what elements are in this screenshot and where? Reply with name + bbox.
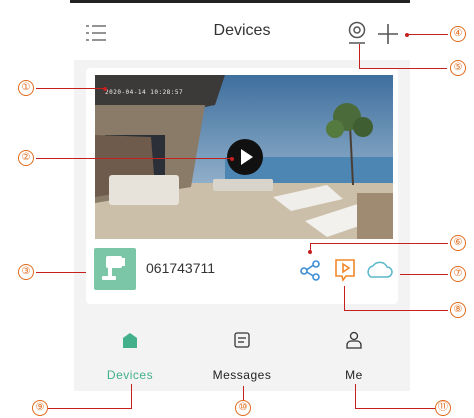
share-icon[interactable] [299, 259, 321, 281]
add-device-icon[interactable] [376, 22, 400, 46]
callout-3: ③ [18, 264, 34, 280]
device-thumbnail[interactable] [94, 248, 136, 290]
callout-6: ⑥ [450, 235, 466, 251]
callout-1: ① [18, 80, 34, 96]
top-edge-line [70, 0, 410, 3]
callout-7: ⑦ [450, 266, 466, 282]
leader-line-8b [344, 310, 448, 311]
leader-line-7 [400, 274, 448, 275]
camera-icon [102, 256, 125, 280]
callout-9: ⑨ [32, 400, 48, 416]
leader-dot-2 [230, 157, 234, 161]
leader-line-8a [344, 286, 345, 310]
tab-me[interactable]: Me [298, 326, 410, 391]
callout-11: ⑪ [435, 400, 451, 416]
leader-line-9b [131, 384, 132, 409]
leader-dot-4 [405, 33, 409, 37]
video-preview[interactable]: 2020-04-14 10:28:57 [95, 75, 393, 239]
playback-icon[interactable] [334, 258, 356, 282]
person-icon [346, 331, 362, 349]
bottom-tab-bar: Devices Messages Me [74, 326, 410, 391]
add-camera-icon[interactable] [346, 21, 368, 45]
callout-2: ② [18, 150, 34, 166]
leader-line-11a [355, 384, 356, 409]
leader-line-11b [355, 408, 435, 409]
leader-dot-1 [103, 87, 107, 91]
tab-me-label: Me [345, 368, 363, 382]
tab-messages[interactable]: Messages [186, 326, 298, 391]
leader-line-1 [36, 88, 104, 89]
leader-line-5b [359, 68, 447, 69]
device-name: 061743711 [146, 260, 216, 276]
video-timestamp: 2020-04-14 10:28:57 [105, 89, 184, 96]
message-icon [234, 332, 250, 348]
leader-line-4 [408, 34, 448, 35]
leader-line-3 [36, 272, 86, 273]
callout-8: ⑧ [450, 302, 466, 318]
home-icon [123, 333, 137, 348]
leader-line-5a [359, 44, 360, 68]
callout-4: ④ [450, 26, 466, 42]
leader-dot-6 [308, 250, 312, 254]
cloud-icon[interactable] [365, 261, 393, 279]
tab-devices-label: Devices [106, 368, 154, 382]
leader-line-2 [36, 158, 232, 159]
tab-messages-label: Messages [212, 368, 272, 382]
leader-line-6a [310, 243, 448, 244]
leader-line-10 [243, 386, 244, 400]
device-card: 2020-04-14 10:28:57 061743711 [86, 68, 398, 304]
callout-10: ⑩ [235, 400, 251, 416]
tab-devices[interactable]: Devices [74, 326, 186, 391]
callout-5: ⑤ [450, 60, 466, 76]
leader-line-9a [48, 408, 132, 409]
